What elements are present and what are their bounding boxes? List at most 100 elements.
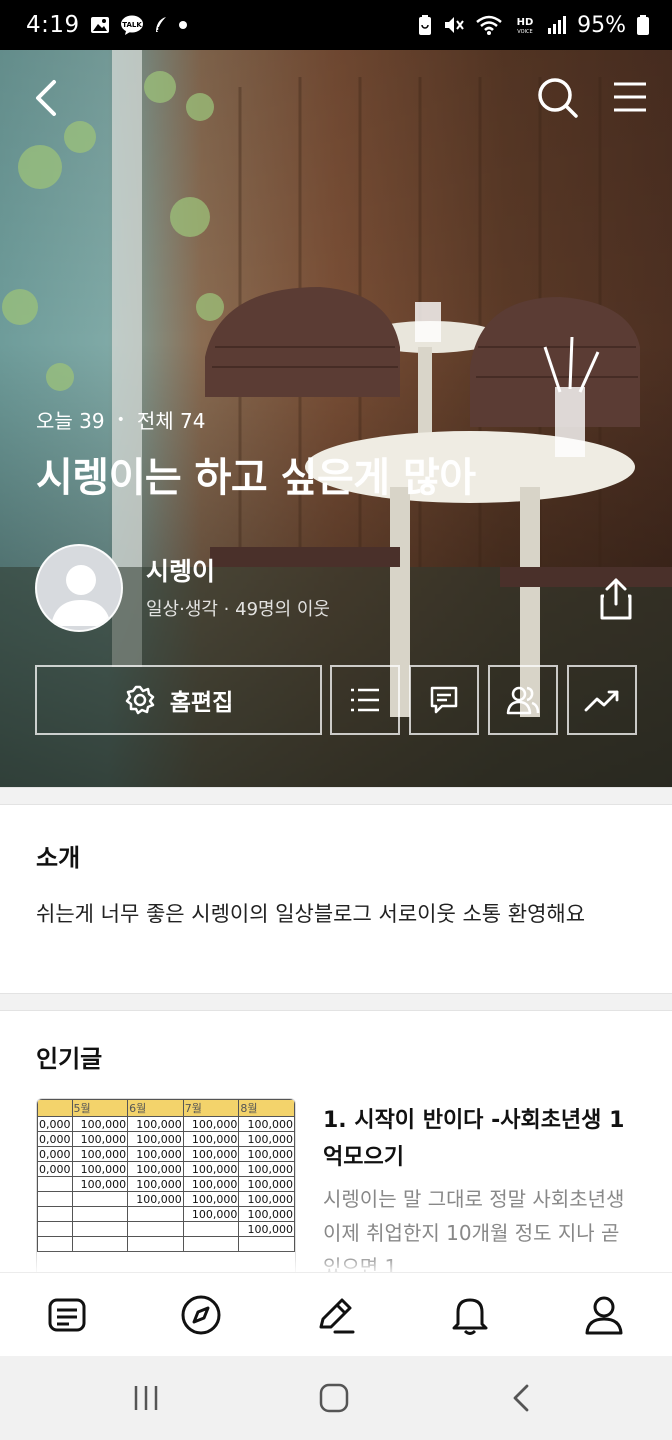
recents-button[interactable] <box>126 1378 166 1418</box>
today-count: 오늘 39 <box>36 409 105 433</box>
menu-button[interactable] <box>608 73 652 123</box>
battery-icon <box>636 14 650 36</box>
avatar[interactable] <box>35 544 123 632</box>
thumbnail-header-cell: 8월 <box>238 1099 295 1117</box>
post-excerpt: 시렝이는 말 그대로 정말 사회초년생 이제 취업한지 10개월 정도 지나 곧… <box>323 1187 625 1272</box>
thumbnail-cell: 0,000 <box>37 1131 73 1147</box>
blog-cover: 오늘 39 • 전체 74 시렝이는 하고 싶은게 많아 시렝이 일상·생각 ·… <box>0 47 672 787</box>
thumbnail-header-row: 5월 6월 7월 8월 <box>37 1099 295 1117</box>
post-thumbnail[interactable]: 5월 6월 7월 8월 0,000 100,000 100,000 100,000 100,00… <box>36 1098 296 1273</box>
thumbnail-cell <box>127 1206 184 1222</box>
thumbnail-cell: 100,000 <box>182 1131 240 1147</box>
thumbnail-table: 5월 6월 7월 8월 0,000 100,000 100,000 100,000 100,00… <box>37 1099 295 1252</box>
guestbook-button[interactable] <box>409 665 479 735</box>
recents-icon <box>134 1386 158 1410</box>
back-button[interactable] <box>28 73 68 123</box>
thumbnail-cell <box>37 1176 73 1192</box>
blog-action-row: 홈편집 <box>35 665 637 735</box>
popular-title: 인기글 <box>36 1045 103 1073</box>
thumbnail-cell: 100,000 <box>182 1161 240 1177</box>
kakaotalk-icon: TALK <box>120 15 144 35</box>
post-title[interactable]: 1. 시작이 반이다 -사회초년생 1억모으기 <box>323 1102 643 1176</box>
neighbors-button[interactable] <box>488 665 558 735</box>
thumbnail-row: 100,000 100,000 100,000 <box>37 1191 295 1207</box>
post-list-button[interactable] <box>330 665 400 735</box>
thumbnail-cell: 100,000 <box>127 1146 184 1162</box>
thumbnail-row: 100,000 100,000 100,000 100,000 <box>37 1176 295 1192</box>
thumbnail-header-cell <box>37 1099 73 1117</box>
visit-counts: 오늘 39 • 전체 74 <box>36 405 205 434</box>
search-button[interactable] <box>534 73 580 123</box>
stats-button[interactable] <box>567 665 637 735</box>
thumbnail-cell: 100,000 <box>71 1161 129 1177</box>
search-icon <box>538 78 578 118</box>
thumbnail-cell: 100,000 <box>71 1146 129 1162</box>
thumbnail-cell: 100,000 <box>127 1116 184 1132</box>
section-divider <box>0 993 672 1011</box>
thumbnail-cell <box>71 1191 129 1207</box>
svg-text:HD: HD <box>517 17 534 28</box>
battery-saver-icon <box>417 14 433 36</box>
compass-icon <box>181 1295 221 1335</box>
thumbnail-cell <box>71 1221 129 1237</box>
comment-icon <box>430 686 458 714</box>
thumbnail-row: 100,000 <box>37 1221 295 1237</box>
thumbnail-cell <box>37 1191 73 1207</box>
thumbnail-row: 0,000 100,000 100,000 100,000 100,000 <box>37 1116 295 1132</box>
thumbnail-cell: 0,000 <box>37 1116 73 1132</box>
thumbnail-cell: 100,000 <box>238 1161 295 1177</box>
thumbnail-cell: 100,000 <box>127 1191 184 1207</box>
thumbnail-row: 100,000 100,000 <box>37 1206 295 1222</box>
home-button[interactable] <box>314 1378 354 1418</box>
author-name[interactable]: 시렝이 <box>146 552 215 588</box>
nav-discover[interactable] <box>179 1293 223 1337</box>
profile-icon <box>585 1296 623 1335</box>
thumbnail-cell: 100,000 <box>238 1176 295 1192</box>
pencil-icon <box>319 1298 355 1334</box>
list-icon <box>351 688 379 712</box>
thumbnail-cell: 100,000 <box>71 1176 129 1192</box>
thumbnail-row <box>37 1236 295 1252</box>
neighbors-icon <box>506 686 540 715</box>
thumbnail-cell: 100,000 <box>182 1116 240 1132</box>
share-button[interactable] <box>594 574 638 622</box>
thumbnail-cell <box>37 1236 73 1252</box>
status-time: 4:19 <box>26 12 80 38</box>
share-icon <box>600 578 632 620</box>
bottom-nav <box>0 1272 672 1356</box>
blog-title: 시렝이는 하고 싶은게 많아 <box>36 455 476 501</box>
thumbnail-cell <box>127 1236 184 1252</box>
thumbnail-row: 0,000 100,000 100,000 100,000 100,000 <box>37 1146 295 1162</box>
thumbnail-cell <box>37 1206 73 1222</box>
nav-feed[interactable] <box>45 1293 89 1337</box>
wifi-icon <box>475 14 503 36</box>
intro-title: 소개 <box>36 844 81 872</box>
nav-profile[interactable] <box>582 1293 626 1337</box>
feed-icon <box>48 1298 86 1332</box>
gallery-icon <box>90 16 110 34</box>
nav-notifications[interactable] <box>448 1293 492 1337</box>
thumbnail-cell: 100,000 <box>238 1191 295 1207</box>
home-icon <box>319 1383 349 1413</box>
mute-icon <box>443 15 465 35</box>
thumbnail-cell: 100,000 <box>238 1221 295 1237</box>
separator-dot: • <box>116 411 125 428</box>
thumbnail-header-cell: 7월 <box>182 1099 240 1117</box>
dot-icon <box>178 20 188 30</box>
thumbnail-cell: 100,000 <box>182 1191 240 1207</box>
system-nav-bar <box>0 1356 672 1440</box>
intro-text: 쉬는게 너무 좋은 시렝이의 일상블로그 서로이웃 소통 환영해요 <box>36 902 586 926</box>
thumbnail-cell: 100,000 <box>238 1206 295 1222</box>
thumbnail-header-cell: 5월 <box>71 1099 129 1117</box>
thumbnail-cell: 0,000 <box>37 1146 73 1162</box>
section-divider <box>0 787 672 805</box>
home-edit-button[interactable]: 홈편집 <box>35 665 322 735</box>
nav-write[interactable] <box>314 1293 358 1337</box>
thumbnail-cell <box>127 1221 184 1237</box>
thumbnail-cell <box>238 1236 295 1252</box>
thumbnail-cell: 100,000 <box>127 1176 184 1192</box>
author-meta: 일상·생각 · 49명의 이웃 <box>146 599 330 620</box>
thumbnail-cell: 100,000 <box>182 1206 240 1222</box>
battery-percent: 95% <box>577 12 626 38</box>
back-nav-button[interactable] <box>502 1378 542 1418</box>
